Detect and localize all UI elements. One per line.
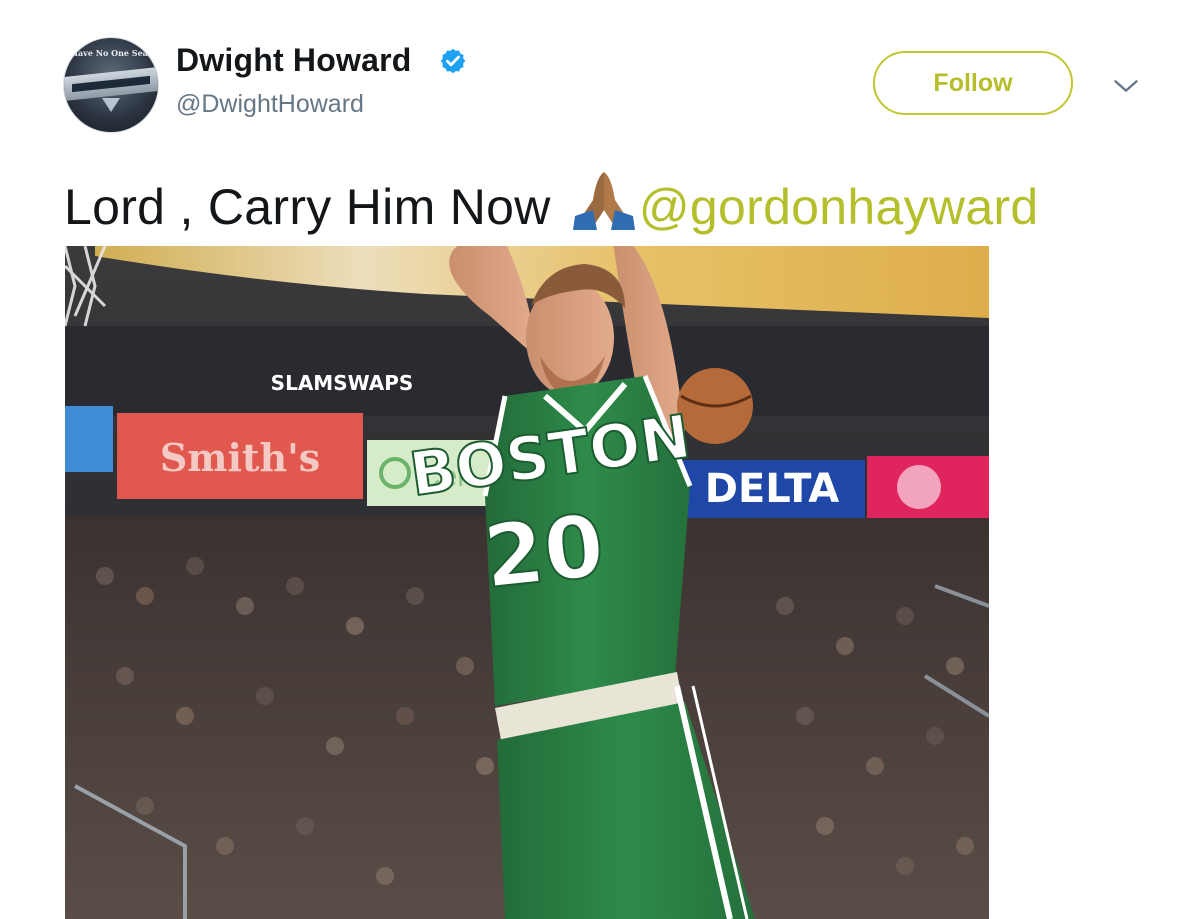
verified-badge-icon: [440, 48, 466, 74]
banner-delta-text: DELTA: [705, 466, 840, 512]
author-handle[interactable]: @DwightHoward: [176, 90, 364, 119]
follow-button[interactable]: Follow: [873, 51, 1073, 115]
tweet-photo[interactable]: Smith's Cen DELTA SLAMSWAPS BOSTON 20: [65, 246, 989, 919]
avatar-text: Have No One Seat: [70, 48, 152, 58]
tweet-body: Lord , Carry Him Now: [64, 179, 565, 235]
photo-illustration: Smith's Cen DELTA SLAMSWAPS BOSTON 20: [65, 246, 989, 919]
banner-red-text: Smith's: [160, 435, 320, 480]
mention-link[interactable]: @gordonhayward: [639, 179, 1039, 235]
author-name[interactable]: Dwight Howard: [176, 42, 411, 79]
jersey-number: 20: [479, 496, 608, 608]
tweet-card: Have No One Seat Dwight Howard @DwightHo…: [0, 0, 1200, 919]
avatar-v-shape: [102, 98, 120, 112]
chevron-down-icon[interactable]: [1112, 72, 1140, 100]
watermark-text: SLAMSWAPS: [271, 371, 414, 395]
tweet-text: Lord , Carry Him Now @gordonhayward: [64, 166, 1038, 236]
folded-hands-icon: [572, 172, 635, 230]
author-avatar[interactable]: Have No One Seat: [63, 37, 159, 133]
